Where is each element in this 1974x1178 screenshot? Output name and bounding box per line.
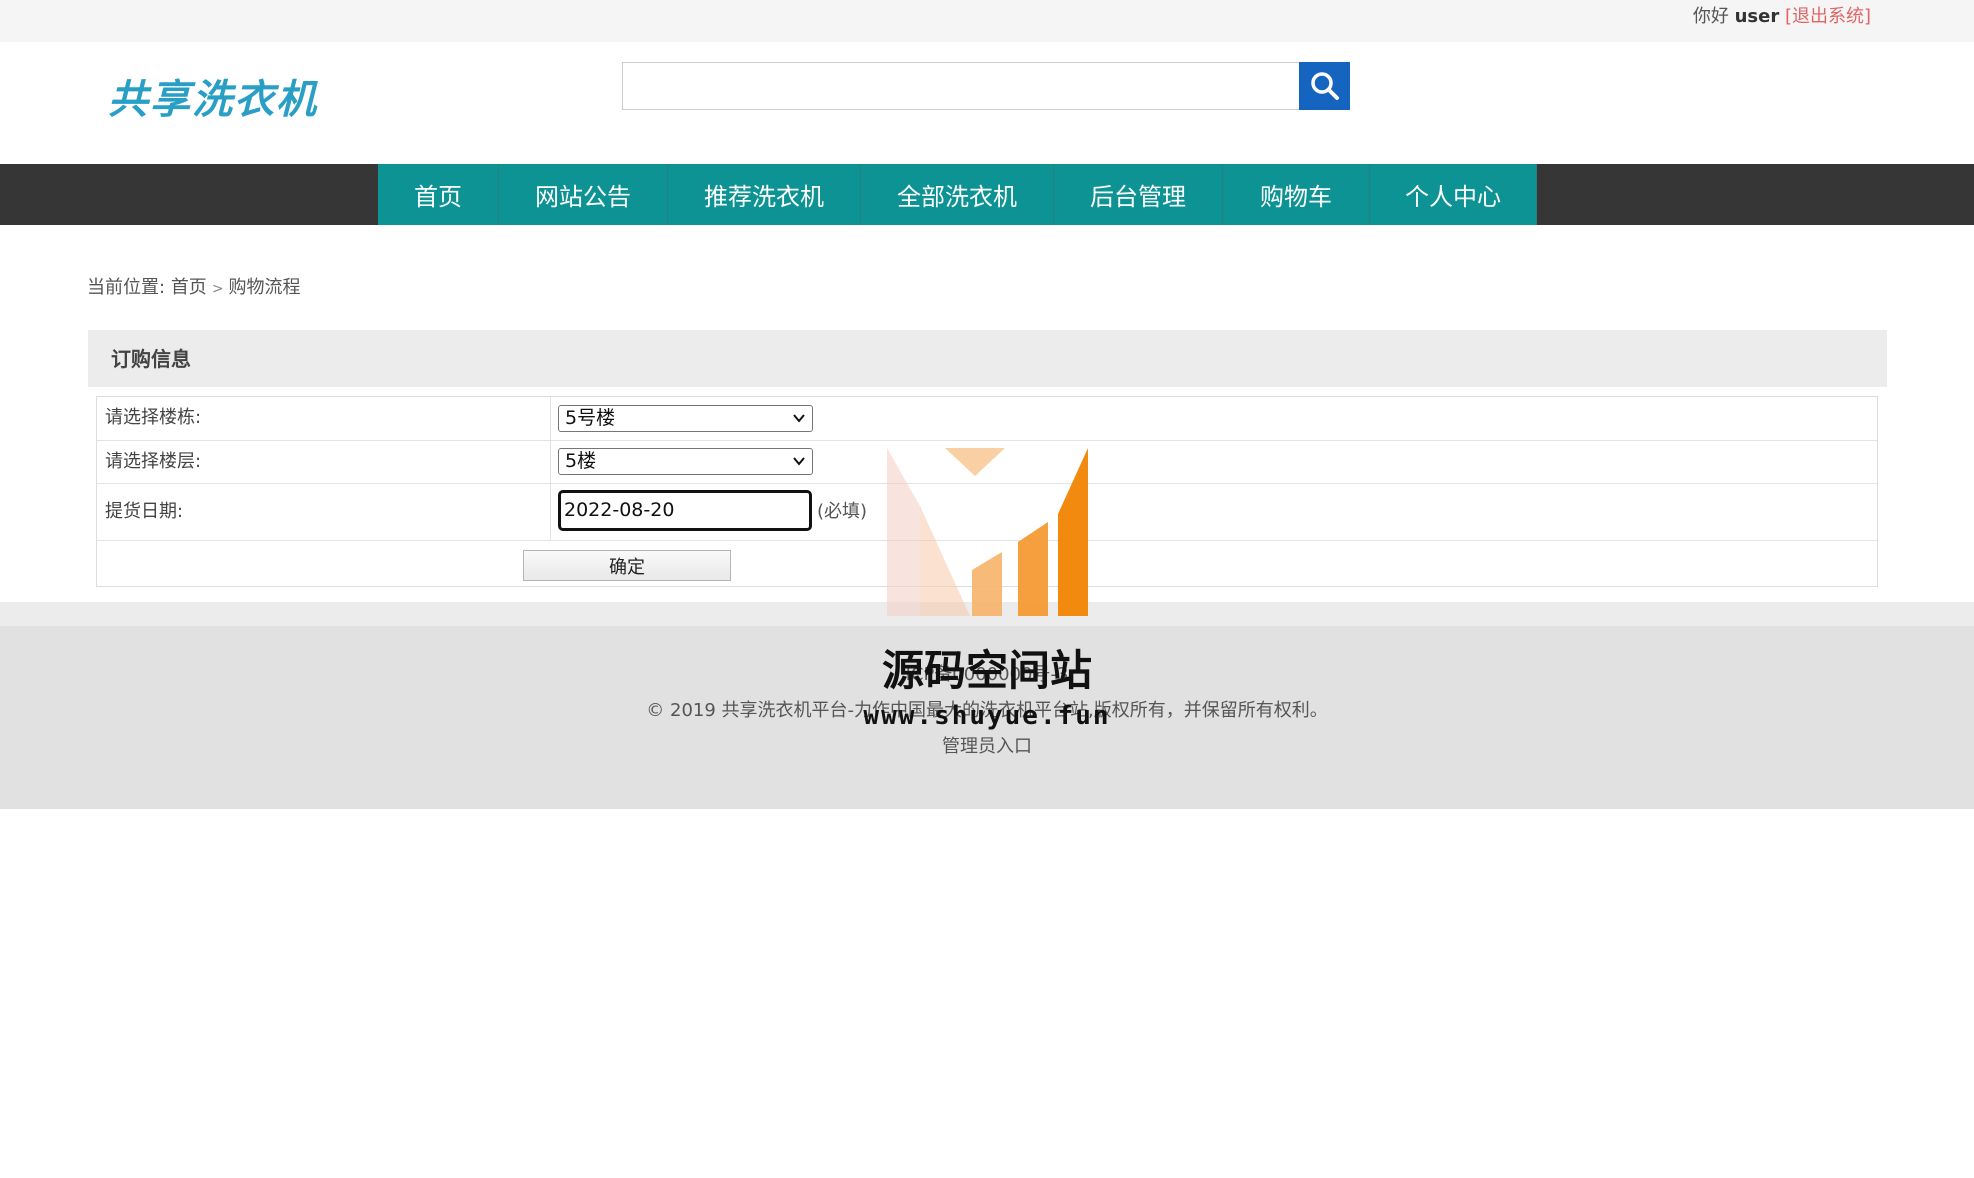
nav-item-recommended[interactable]: 推荐洗衣机 [668, 164, 861, 225]
building-label: 请选择楼栋: [105, 407, 202, 428]
column-divider [550, 441, 551, 483]
top-bar: 你好 user [退出系统] [0, 0, 1974, 42]
admin-entry-link[interactable]: 管理员入口 [0, 734, 1974, 760]
floor-selected-value: 5楼 [565, 450, 597, 472]
nav-item-cart[interactable]: 购物车 [1223, 164, 1370, 225]
order-form: 请选择楼栋: 5号楼 请选择楼层: 5楼 提货日期: 2022-08-20 (必… [96, 396, 1878, 587]
user-greeting: 你好 user [退出系统] [1693, 4, 1871, 30]
breadcrumb-separator: > [211, 281, 224, 297]
breadcrumb: 当前位置: 首页 > 购物流程 [87, 275, 301, 302]
watermark-title: 源码空间站 [881, 646, 1092, 695]
form-row-date: 提货日期: 2022-08-20 (必填) [97, 484, 1877, 541]
column-divider [550, 484, 551, 540]
site-logo[interactable]: 共享洗衣机 [108, 70, 318, 130]
main-nav: 首页 网站公告 推荐洗衣机 全部洗衣机 后台管理 购物车 个人中心 [0, 164, 1974, 225]
breadcrumb-prefix: 当前位置: [87, 277, 166, 298]
form-row-building: 请选择楼栋: 5号楼 [97, 397, 1877, 441]
date-label: 提货日期: [105, 501, 184, 522]
column-divider [550, 397, 551, 440]
search-input[interactable] [622, 62, 1301, 110]
confirm-button[interactable]: 确定 [523, 550, 731, 581]
logout-link[interactable]: [退出系统] [1785, 6, 1871, 27]
search-icon [1310, 72, 1339, 100]
username: user [1734, 6, 1780, 27]
chevron-down-icon [793, 414, 805, 423]
breadcrumb-home[interactable]: 首页 [171, 277, 207, 298]
required-note: (必填) [817, 501, 868, 522]
nav-item-announcements[interactable]: 网站公告 [499, 164, 668, 225]
order-section-header: 订购信息 [88, 330, 1887, 387]
nav-item-all-machines[interactable]: 全部洗衣机 [861, 164, 1054, 225]
floor-select[interactable]: 5楼 [558, 448, 813, 475]
footer-divider [0, 602, 1974, 626]
form-row-floor: 请选择楼层: 5楼 [97, 441, 1877, 484]
nav-item-home[interactable]: 首页 [378, 164, 499, 225]
chevron-down-icon [793, 457, 805, 466]
breadcrumb-current: 购物流程 [228, 277, 301, 298]
greeting-text: 你好 [1692, 6, 1729, 27]
nav-item-admin[interactable]: 后台管理 [1054, 164, 1223, 225]
building-selected-value: 5号楼 [565, 407, 616, 429]
floor-label: 请选择楼层: [105, 451, 202, 472]
search-button[interactable] [1299, 62, 1350, 110]
section-title: 订购信息 [111, 347, 191, 371]
nav-item-profile[interactable]: 个人中心 [1370, 164, 1537, 225]
watermark-url: www.shuyue.fun [863, 701, 1111, 731]
nav-list: 首页 网站公告 推荐洗衣机 全部洗衣机 后台管理 购物车 个人中心 [378, 164, 1537, 225]
building-select[interactable]: 5号楼 [558, 405, 813, 432]
pickup-date-input[interactable]: 2022-08-20 [558, 490, 812, 531]
